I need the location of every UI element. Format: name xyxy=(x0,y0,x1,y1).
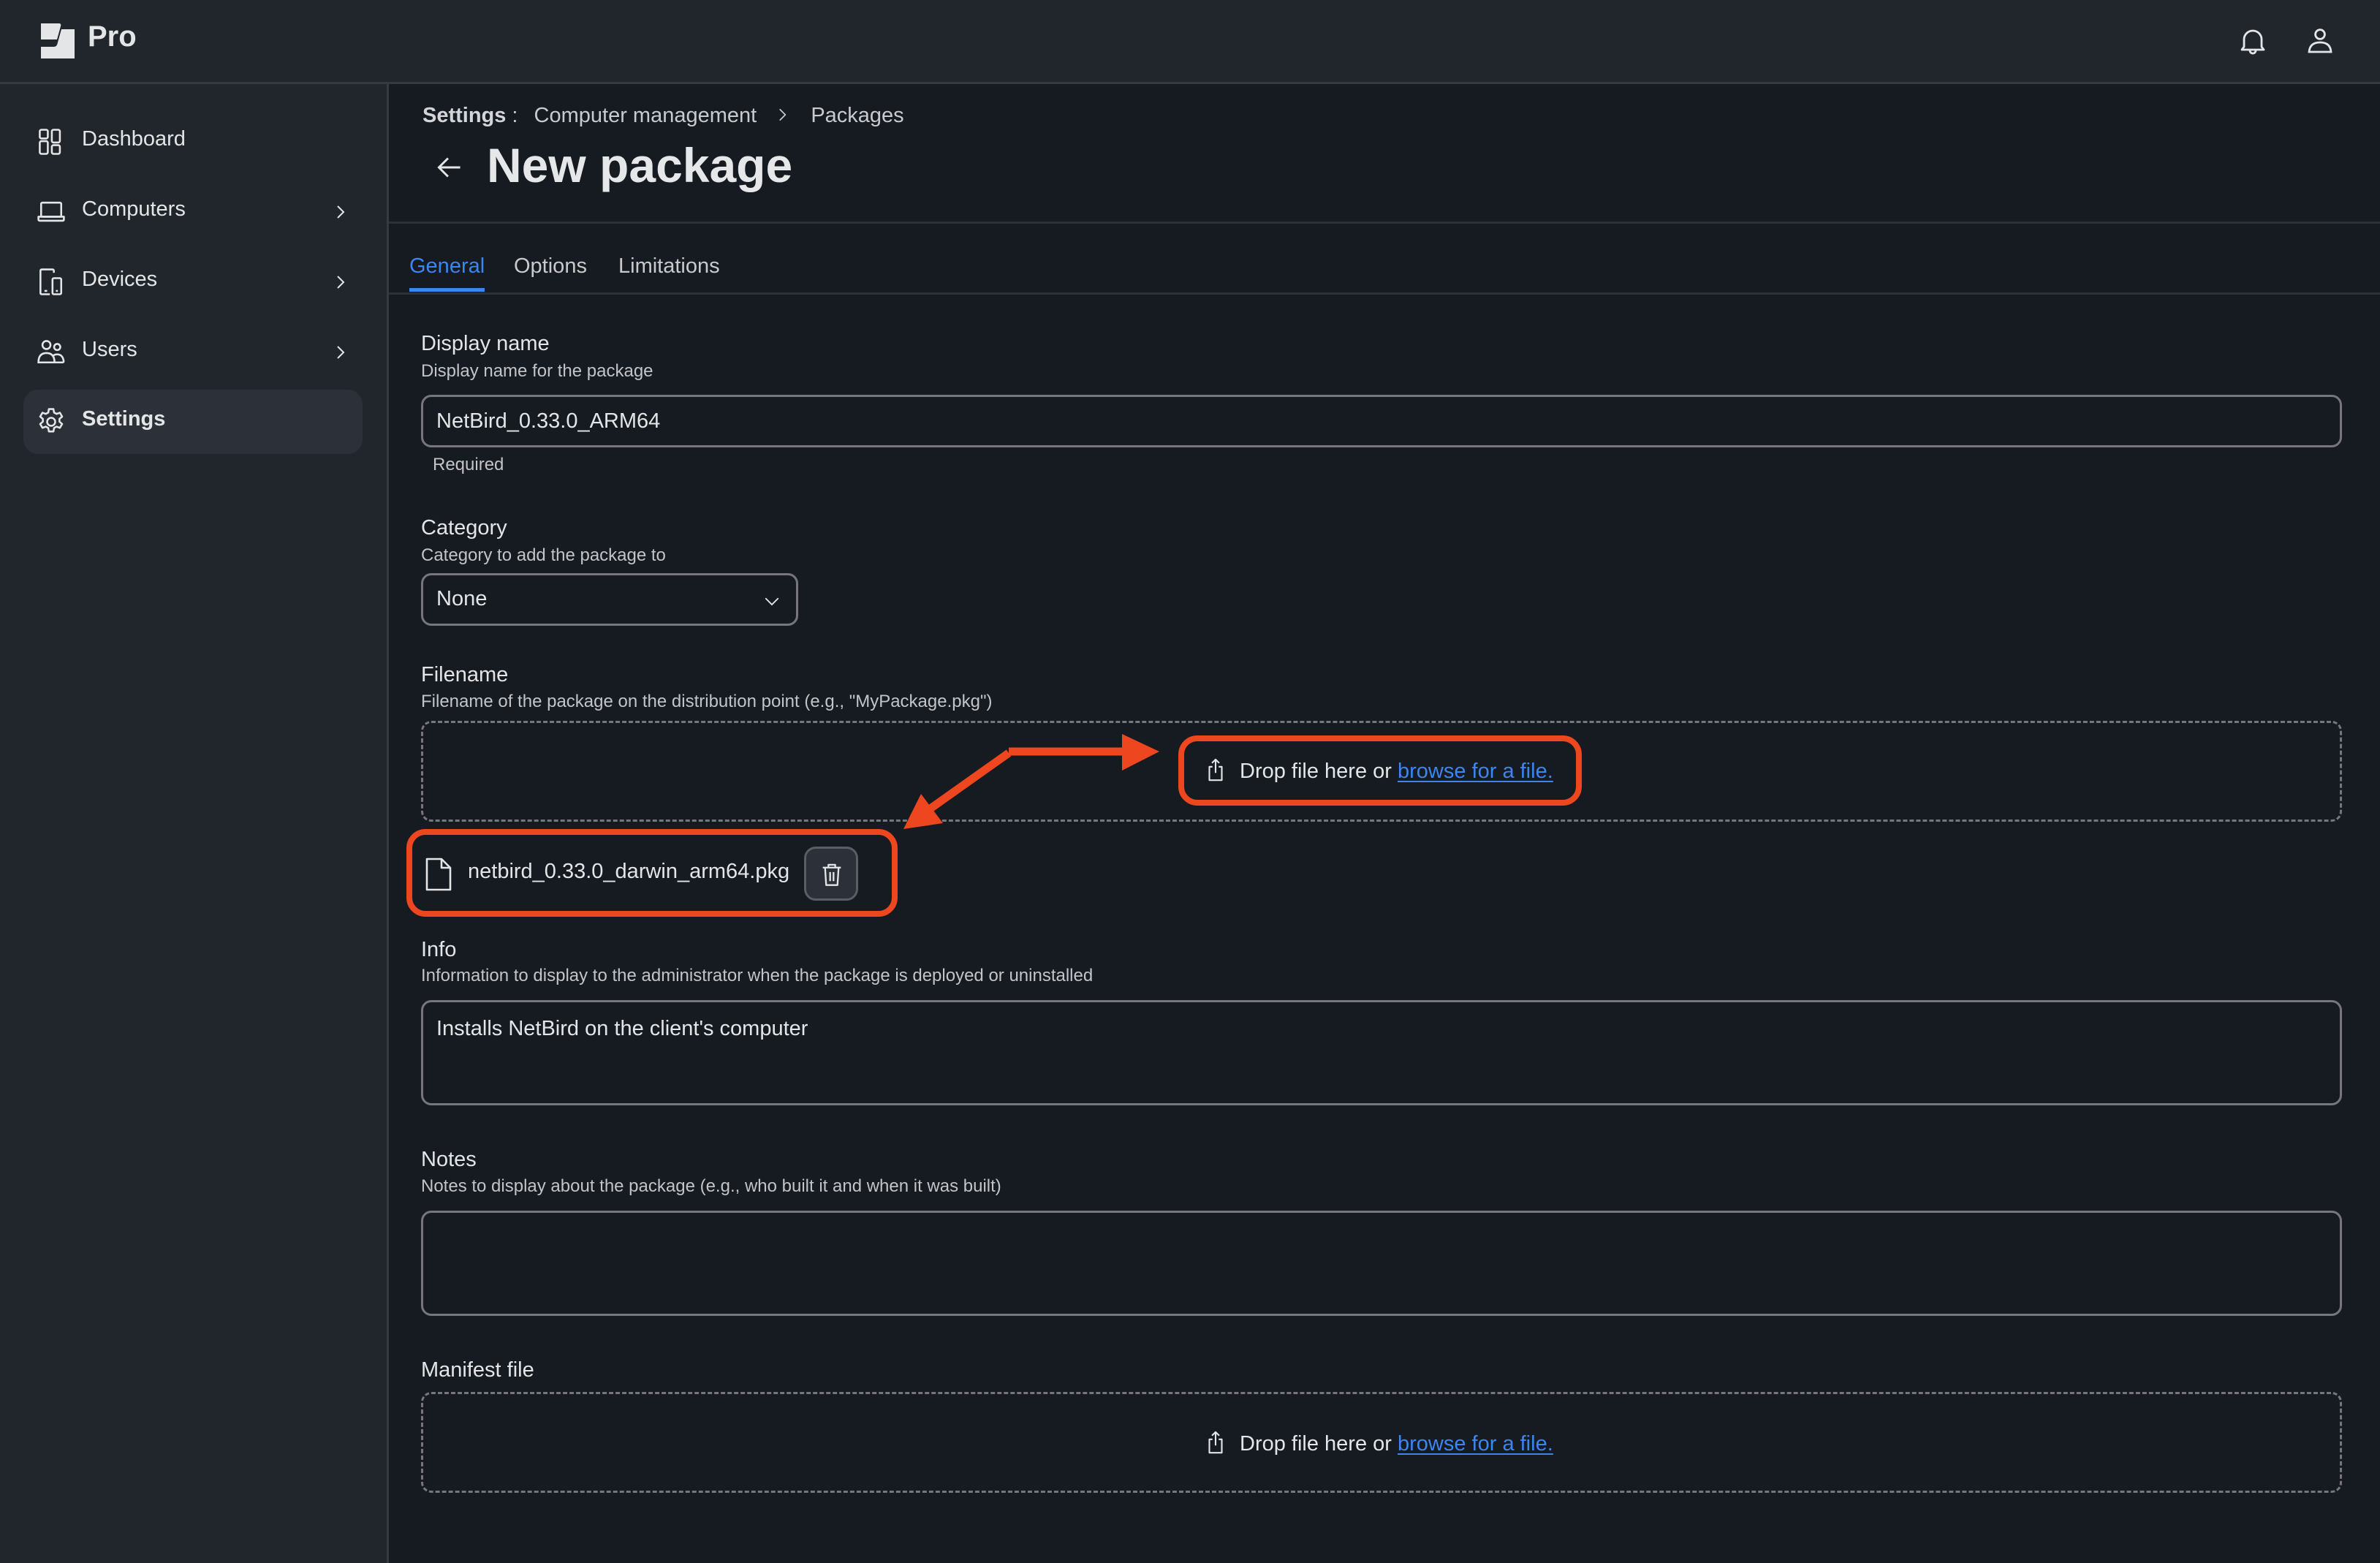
chevron-right-icon xyxy=(337,346,345,359)
category-select[interactable]: None xyxy=(421,573,798,626)
manifest-label: Manifest file xyxy=(421,1358,534,1382)
sidebar: Dashboard Computers Devices Users Settin… xyxy=(0,84,389,1563)
sidebar-item-computers[interactable]: Computers xyxy=(23,180,363,244)
category-label: Category xyxy=(421,516,507,540)
sidebar-item-label: Devices xyxy=(82,268,158,291)
tab-general[interactable]: General xyxy=(409,254,485,279)
chevron-right-icon xyxy=(337,276,345,289)
dashboard-icon xyxy=(39,129,61,155)
devices-icon xyxy=(39,268,63,295)
tabs-divider xyxy=(389,292,2380,295)
category-select-value: None xyxy=(436,587,488,610)
manifest-drop-prompt: Drop file here or browse for a file. xyxy=(1205,1430,1553,1456)
filename-help: Filename of the package on the distribut… xyxy=(421,692,993,711)
sidebar-item-label: Dashboard xyxy=(82,127,186,151)
breadcrumb: Settings: Computer management Packages xyxy=(422,104,904,128)
display-name-input[interactable]: NetBird_0.33.0_ARM64 xyxy=(421,395,2342,447)
sidebar-item-dashboard[interactable]: Dashboard xyxy=(23,110,363,174)
notes-label: Notes xyxy=(421,1148,477,1171)
user-icon[interactable] xyxy=(2303,23,2338,58)
upload-icon xyxy=(1208,1431,1223,1454)
tab-limitations[interactable]: Limitations xyxy=(618,254,720,279)
info-help: Information to display to the administra… xyxy=(421,966,1094,985)
info-label: Info xyxy=(421,938,457,961)
laptop-icon xyxy=(37,201,65,222)
sidebar-item-settings[interactable]: Settings xyxy=(23,390,363,454)
tab-options[interactable]: Options xyxy=(514,254,587,279)
chevron-right-icon xyxy=(779,108,787,121)
back-arrow-icon[interactable] xyxy=(431,149,468,186)
display-name-help: Display name for the package xyxy=(421,361,653,381)
gear-icon xyxy=(39,408,64,433)
sidebar-item-label: Computers xyxy=(82,197,186,221)
breadcrumb-root[interactable]: Settings xyxy=(422,104,506,127)
chevron-right-icon xyxy=(337,205,345,219)
annotation-highlight-dropzone xyxy=(1178,735,1582,806)
sidebar-item-label: Users xyxy=(82,338,137,361)
required-note: Required xyxy=(433,455,504,474)
brand-name: Pro xyxy=(88,20,137,53)
logo-icon xyxy=(41,23,75,58)
filename-label: Filename xyxy=(421,663,509,686)
info-textarea[interactable]: Installs NetBird on the client's compute… xyxy=(421,1000,2342,1105)
breadcrumb-item-computer-management[interactable]: Computer management xyxy=(534,104,757,127)
breadcrumb-separator: : xyxy=(512,104,518,127)
drop-text: Drop file here or xyxy=(1240,1432,1398,1456)
chevron-down-icon xyxy=(765,597,779,606)
top-bar: Pro xyxy=(0,0,2380,84)
annotation-highlight-file xyxy=(406,829,898,917)
notes-help: Notes to display about the package (e.g.… xyxy=(421,1176,1001,1196)
breadcrumb-item-packages[interactable]: Packages xyxy=(811,104,903,127)
header-divider xyxy=(389,222,2380,224)
active-tab-indicator xyxy=(409,288,485,292)
sidebar-item-devices[interactable]: Devices xyxy=(23,250,363,314)
sidebar-item-label: Settings xyxy=(82,407,166,431)
category-help: Category to add the package to xyxy=(421,545,666,565)
display-name-label: Display name xyxy=(421,332,550,355)
page-title: New package xyxy=(487,138,793,192)
notes-textarea[interactable] xyxy=(421,1211,2342,1316)
browse-file-link[interactable]: browse for a file. xyxy=(1398,1432,1553,1456)
sidebar-item-users[interactable]: Users xyxy=(23,320,363,385)
bell-icon[interactable] xyxy=(2235,23,2270,58)
users-icon xyxy=(37,340,65,364)
